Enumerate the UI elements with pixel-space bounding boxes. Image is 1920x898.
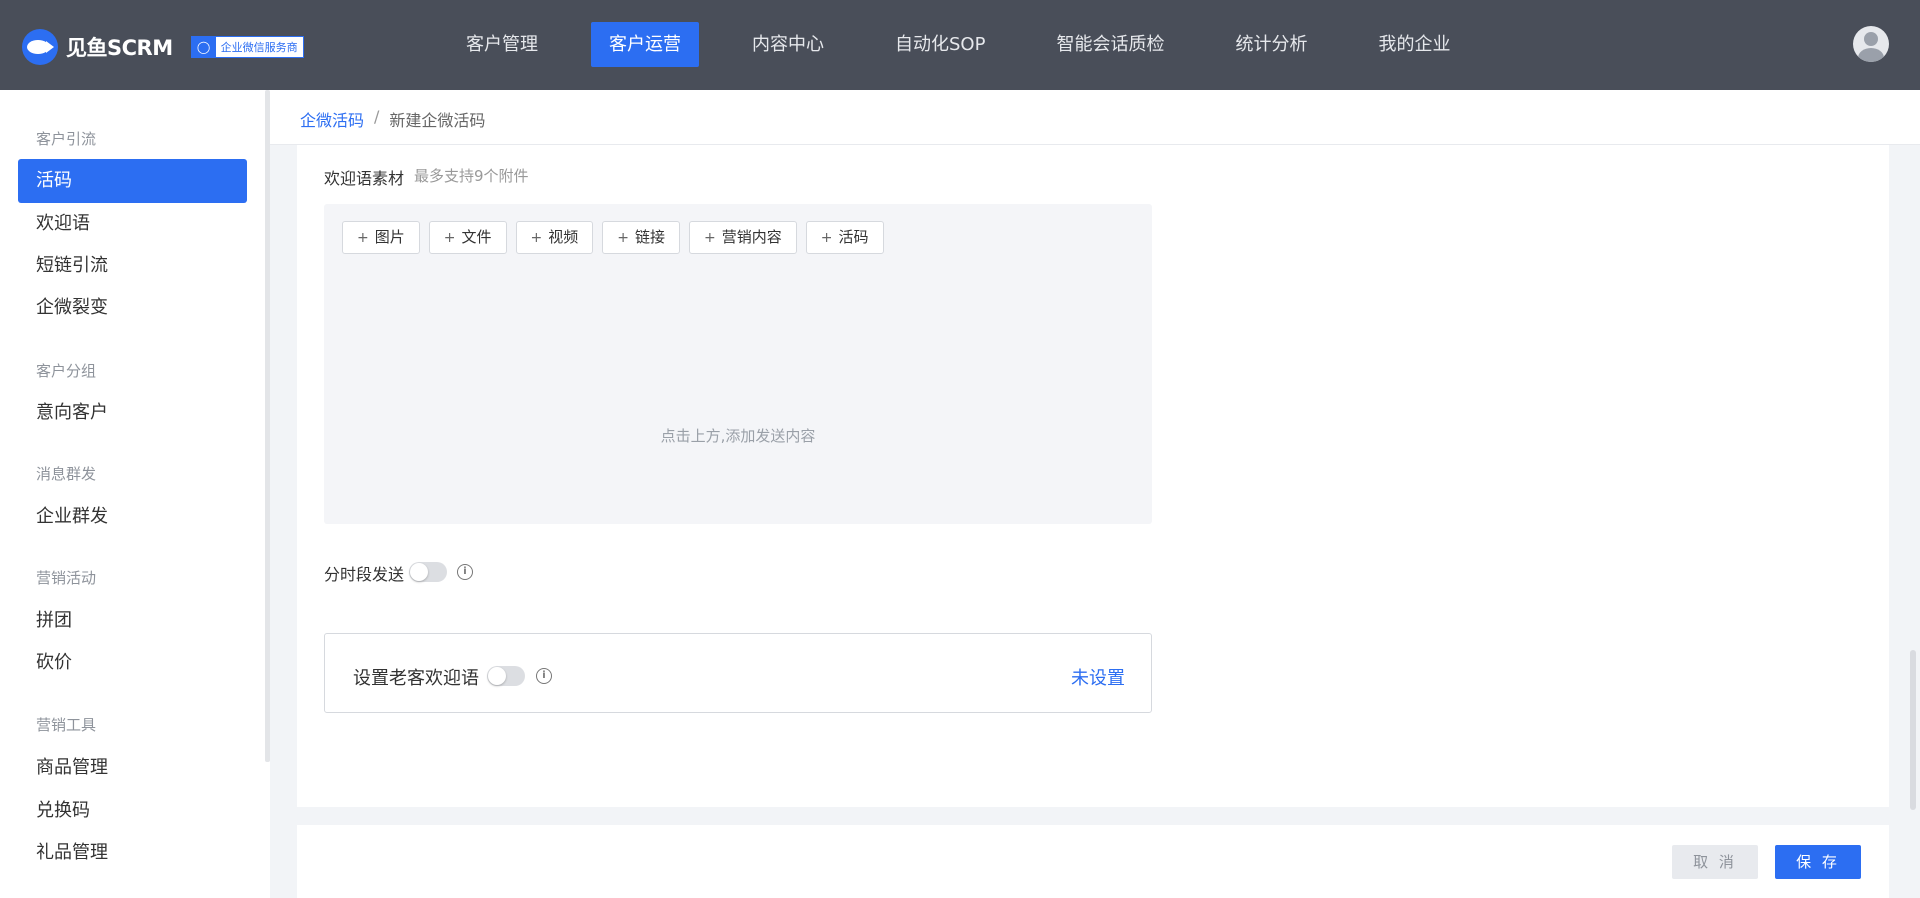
sidebar-group-title: 营销活动 [36, 569, 97, 587]
plus-icon: + [443, 230, 456, 246]
add-attachment-button[interactable]: + 文件 [428, 221, 507, 254]
old-customer-welcome-label: 设置老客欢迎语 [353, 668, 479, 689]
attachment-toolbar: + 图片 + 文件 + 视频 + 链接 + 营销内容 + 活码 [342, 221, 893, 254]
add-attachment-label: 视频 [548, 228, 579, 246]
welcome-material-hint: 最多支持9个附件 [414, 167, 529, 185]
chat-bubble-icon: ◯ [191, 37, 216, 57]
breadcrumb: 企微活码 / 新建企微活码 [300, 107, 485, 131]
top-navbar: 见鱼SCRM ◯ 企业微信服务商 客户管理 客户运营 内容中心 自动化SOP 智能会话质… [0, 0, 1920, 90]
info-icon[interactable]: i [457, 564, 473, 580]
add-attachment-button[interactable]: + 营销内容 [689, 221, 797, 254]
nav-item[interactable]: 我的企业 [1360, 22, 1468, 67]
info-icon[interactable]: i [536, 668, 552, 684]
plus-icon: + [704, 230, 716, 246]
nav-item[interactable]: 智能会话质检 [1038, 22, 1182, 67]
sidebar-item[interactable]: 企微裂变 [18, 286, 247, 330]
sidebar-item[interactable]: 意向客户 [18, 391, 247, 435]
sidebar-group-title: 客户引流 [36, 130, 97, 148]
welcome-content-editor[interactable]: + 图片 + 文件 + 视频 + 链接 + 营销内容 + 活码 点击上方,添加发送内容 [324, 204, 1152, 524]
breadcrumb-separator: / [374, 107, 380, 126]
partner-badge-text: 企业微信服务商 [220, 41, 298, 54]
add-attachment-label: 活码 [838, 228, 869, 246]
nav-item[interactable]: 统计分析 [1217, 22, 1325, 67]
sidebar-item[interactable]: 活码 [18, 159, 247, 203]
add-attachment-button[interactable]: + 视频 [515, 221, 594, 254]
sidebar-scrollbar[interactable] [265, 90, 270, 762]
sidebar-group-title: 消息群发 [36, 465, 97, 483]
form-card: 欢迎语素材 最多支持9个附件 + 图片 + 文件 + 视频 + 链接 + 营销内容 + 活码 点击上方… [297, 145, 1889, 807]
nav-item[interactable]: 客户运营 [591, 22, 699, 67]
nav-item[interactable]: 内容中心 [734, 22, 842, 67]
add-attachment-button[interactable]: + 活码 [805, 221, 884, 254]
breadcrumb-current: 新建企微活码 [389, 111, 486, 130]
add-attachment-button[interactable]: + 链接 [602, 221, 680, 254]
sidebar-item[interactable]: 礼品管理 [18, 831, 247, 875]
save-button[interactable]: 保 存 [1775, 845, 1861, 879]
sidebar-item[interactable]: 商品管理 [18, 746, 247, 790]
add-attachment-label: 链接 [634, 228, 665, 246]
brand-name: 见鱼SCRM [66, 36, 173, 60]
timed-send-toggle[interactable] [409, 562, 447, 582]
old-customer-status-link[interactable]: 未设置 [1071, 664, 1125, 690]
sidebar-item[interactable]: 短链引流 [18, 244, 247, 288]
breadcrumb-bar: 企微活码 / 新建企微活码 [270, 90, 1920, 145]
sidebar-item[interactable]: 企业群发 [18, 495, 247, 539]
old-customer-welcome-toggle[interactable] [487, 666, 525, 686]
plus-icon: + [357, 230, 369, 246]
add-attachment-label: 文件 [461, 228, 492, 246]
main-nav: 客户管理 客户运营 内容中心 自动化SOP 智能会话质检 统计分析 我的企业 [448, 22, 1503, 67]
main-scrollbar[interactable] [1910, 650, 1916, 810]
form-footer: 取 消 保 存 [297, 825, 1889, 898]
plus-icon: + [617, 230, 629, 246]
cancel-button[interactable]: 取 消 [1672, 845, 1758, 879]
sidebar: 客户引流活码 欢迎语 短链引流 企微裂变客户分组意向客户消息群发企业群发营销活动拼团砍… [0, 90, 270, 898]
fish-logo-icon [22, 29, 58, 65]
sidebar-group-title: 营销工具 [36, 716, 97, 734]
sidebar-item[interactable]: 欢迎语 [18, 202, 247, 246]
nav-item[interactable]: 客户管理 [448, 22, 556, 67]
breadcrumb-parent-link[interactable]: 企微活码 [300, 107, 364, 131]
user-avatar[interactable] [1853, 26, 1889, 62]
add-attachment-button[interactable]: + 图片 [342, 221, 420, 254]
timed-send-label: 分时段发送 [324, 565, 405, 584]
welcome-material-label: 欢迎语素材 [324, 169, 405, 188]
partner-badge: ◯ 企业微信服务商 [190, 36, 304, 58]
sidebar-item[interactable]: 拼团 [18, 599, 247, 643]
add-attachment-label: 营销内容 [721, 228, 782, 246]
plus-icon: + [820, 230, 833, 246]
sidebar-item[interactable]: 兑换码 [18, 789, 247, 833]
sidebar-group-title: 客户分组 [36, 362, 97, 380]
nav-item[interactable]: 自动化SOP [877, 22, 1003, 67]
editor-placeholder: 点击上方,添加发送内容 [660, 427, 816, 445]
add-attachment-label: 图片 [374, 228, 405, 246]
sidebar-item[interactable]: 砍价 [18, 641, 247, 685]
plus-icon: + [530, 230, 543, 246]
old-customer-welcome-panel: 设置老客欢迎语 i 未设置 [324, 633, 1152, 713]
brand-logo[interactable]: 见鱼SCRM ◯ 企业微信服务商 [22, 29, 304, 65]
